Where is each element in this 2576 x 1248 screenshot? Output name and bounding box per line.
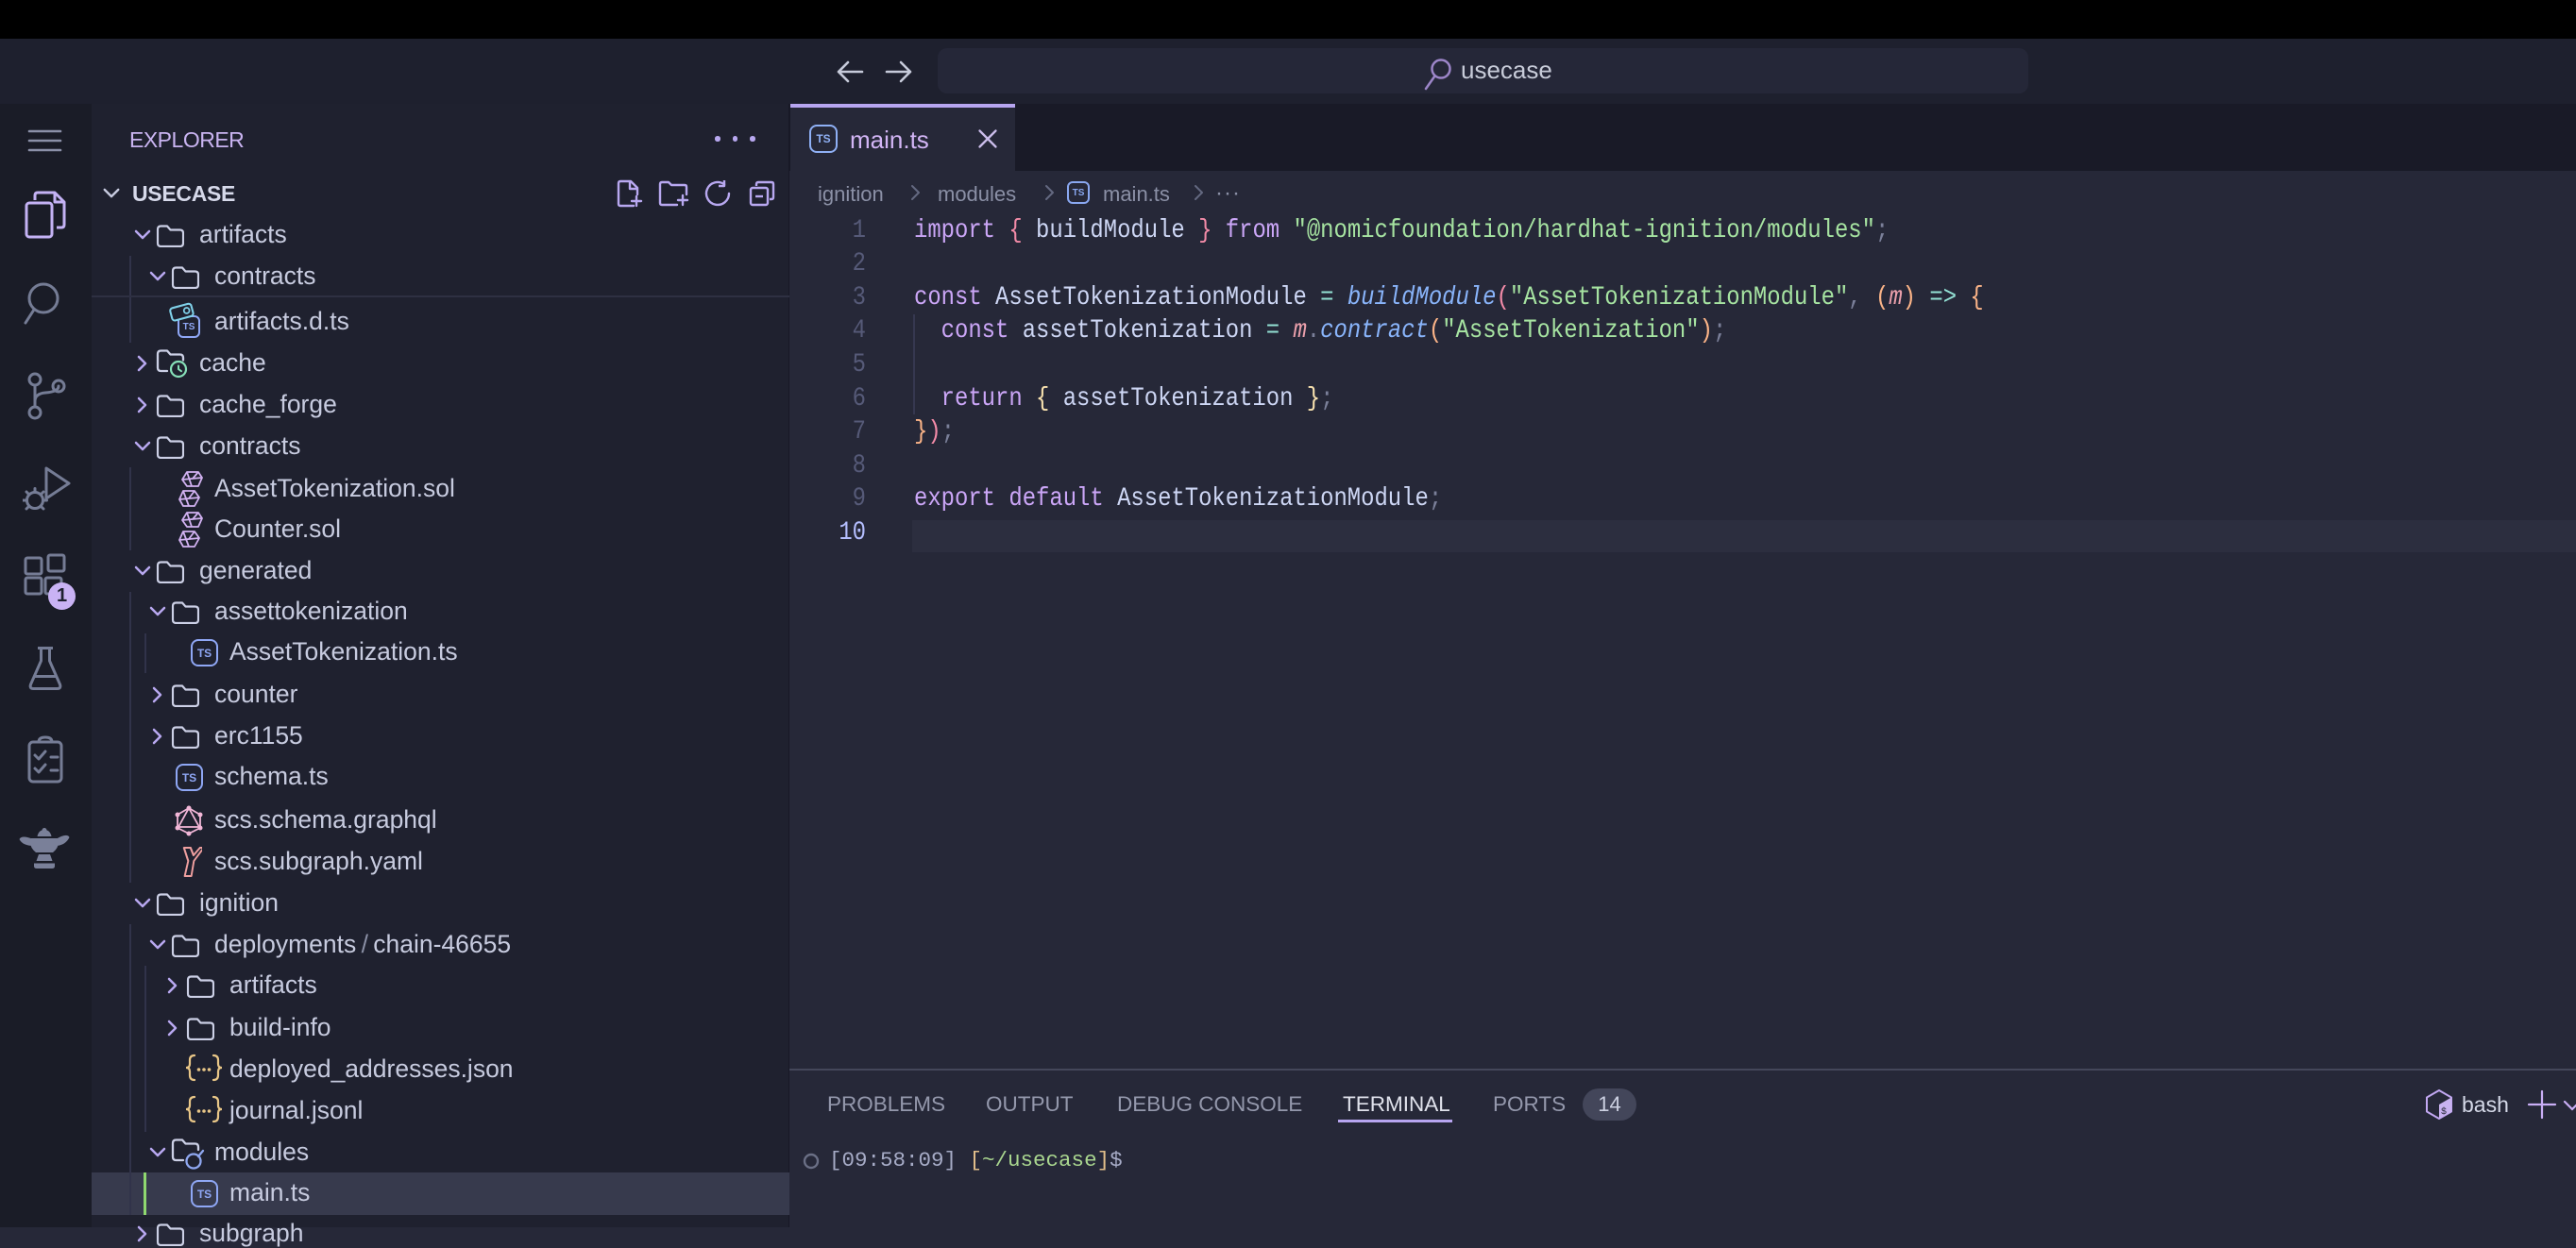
svg-text:$: $: [2441, 1106, 2447, 1118]
